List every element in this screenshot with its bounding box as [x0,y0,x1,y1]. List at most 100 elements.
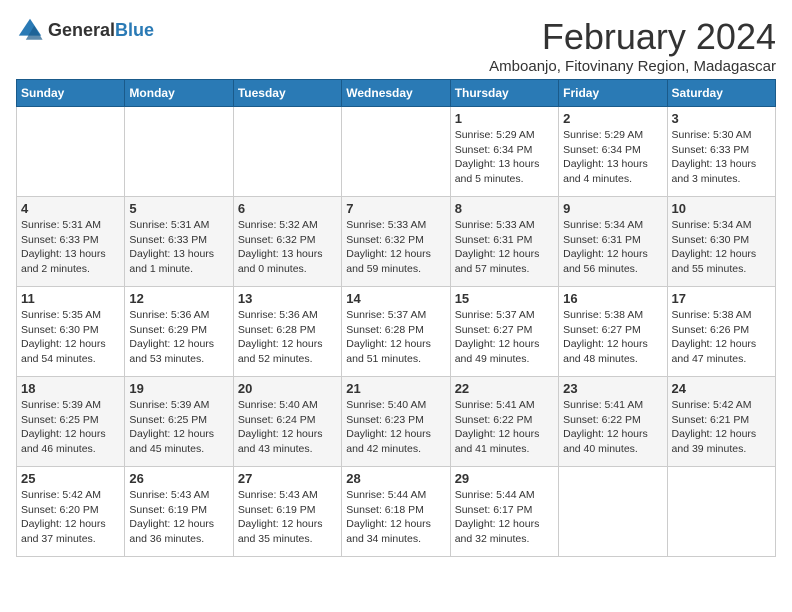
day-number: 17 [672,291,771,306]
day-info: Sunrise: 5:37 AMSunset: 6:28 PMDaylight:… [346,308,445,367]
table-row: 28 Sunrise: 5:44 AMSunset: 6:18 PMDayligh… [342,467,450,557]
day-number: 13 [238,291,337,306]
table-row: 18 Sunrise: 5:39 AMSunset: 6:25 PMDayligh… [17,377,125,467]
table-row: 26 Sunrise: 5:43 AMSunset: 6:19 PMDayligh… [125,467,233,557]
day-number: 28 [346,471,445,486]
table-row: 19 Sunrise: 5:39 AMSunset: 6:25 PMDayligh… [125,377,233,467]
day-info: Sunrise: 5:44 AMSunset: 6:18 PMDaylight:… [346,488,445,547]
table-row: 10 Sunrise: 5:34 AMSunset: 6:30 PMDayligh… [667,197,775,287]
table-row: 23Sunrise: 5:41 AMSunset: 6:22 PMDayligh… [559,377,667,467]
day-number: 26 [129,471,228,486]
day-number: 10 [672,201,771,216]
table-row: 27 Sunrise: 5:43 AMSunset: 6:19 PMDayligh… [233,467,341,557]
day-number: 18 [21,381,120,396]
day-info: Sunrise: 5:31 AMSunset: 6:33 PMDaylight:… [129,218,228,277]
logo-general: General [48,20,115,40]
table-row [17,107,125,197]
table-row: 20 Sunrise: 5:40 AMSunset: 6:24 PMDayligh… [233,377,341,467]
day-info: Sunrise: 5:43 AMSunset: 6:19 PMDaylight:… [129,488,228,547]
day-number: 25 [21,471,120,486]
col-monday: Monday [125,80,233,107]
day-info: Sunrise: 5:42 AMSunset: 6:20 PMDaylight:… [21,488,120,547]
day-info: Sunrise: 5:29 AMSunset: 6:34 PMDaylight:… [563,128,662,187]
table-row: 25 Sunrise: 5:42 AMSunset: 6:20 PMDayligh… [17,467,125,557]
day-number: 15 [455,291,554,306]
day-info: Sunrise: 5:32 AMSunset: 6:32 PMDaylight:… [238,218,337,277]
col-thursday: Thursday [450,80,558,107]
day-number: 24 [672,381,771,396]
day-info: Sunrise: 5:42 AMSunset: 6:21 PMDaylight:… [672,398,771,457]
day-number: 21 [346,381,445,396]
table-row: 16Sunrise: 5:38 AMSunset: 6:27 PMDayligh… [559,287,667,377]
day-info: Sunrise: 5:41 AMSunset: 6:22 PMDaylight:… [455,398,554,457]
day-info: Sunrise: 5:39 AMSunset: 6:25 PMDaylight:… [21,398,120,457]
day-number: 11 [21,291,120,306]
table-row: 9Sunrise: 5:34 AMSunset: 6:31 PMDaylight… [559,197,667,287]
day-info: Sunrise: 5:31 AMSunset: 6:33 PMDaylight:… [21,218,120,277]
table-row: 15 Sunrise: 5:37 AMSunset: 6:27 PMDayligh… [450,287,558,377]
day-number: 27 [238,471,337,486]
table-row: 3 Sunrise: 5:30 AMSunset: 6:33 PMDaylight… [667,107,775,197]
col-saturday: Saturday [667,80,775,107]
table-row: 11 Sunrise: 5:35 AMSunset: 6:30 PMDayligh… [17,287,125,377]
day-info: Sunrise: 5:37 AMSunset: 6:27 PMDaylight:… [455,308,554,367]
table-row: 2 Sunrise: 5:29 AMSunset: 6:34 PMDaylight… [559,107,667,197]
calendar-header-row: Sunday Monday Tuesday Wednesday Thursday… [17,80,776,107]
day-info: Sunrise: 5:30 AMSunset: 6:33 PMDaylight:… [672,128,771,187]
day-number: 19 [129,381,228,396]
day-number: 16 [563,291,662,306]
table-row: 29 Sunrise: 5:44 AMSunset: 6:17 PMDayligh… [450,467,558,557]
week-row-4: 18 Sunrise: 5:39 AMSunset: 6:25 PMDayligh… [17,377,776,467]
table-row: 8Sunrise: 5:33 AMSunset: 6:31 PMDaylight… [450,197,558,287]
day-info: Sunrise: 5:33 AMSunset: 6:32 PMDaylight:… [346,218,445,277]
col-sunday: Sunday [17,80,125,107]
day-info: Sunrise: 5:40 AMSunset: 6:24 PMDaylight:… [238,398,337,457]
calendar-table: Sunday Monday Tuesday Wednesday Thursday… [16,79,776,557]
day-info: Sunrise: 5:36 AMSunset: 6:29 PMDaylight:… [129,308,228,367]
week-row-5: 25 Sunrise: 5:42 AMSunset: 6:20 PMDayligh… [17,467,776,557]
week-row-2: 4Sunrise: 5:31 AMSunset: 6:33 PMDaylight… [17,197,776,287]
header: GeneralBlue February 2024 Amboanjo, Fito… [16,16,776,75]
logo-blue: Blue [115,20,154,40]
logo: GeneralBlue [16,16,154,44]
week-row-3: 11 Sunrise: 5:35 AMSunset: 6:30 PMDayligh… [17,287,776,377]
col-tuesday: Tuesday [233,80,341,107]
table-row: 12 Sunrise: 5:36 AMSunset: 6:29 PMDayligh… [125,287,233,377]
table-row: 21 Sunrise: 5:40 AMSunset: 6:23 PMDayligh… [342,377,450,467]
day-info: Sunrise: 5:29 AMSunset: 6:34 PMDaylight:… [455,128,554,187]
table-row: 4Sunrise: 5:31 AMSunset: 6:33 PMDaylight… [17,197,125,287]
day-number: 5 [129,201,228,216]
day-number: 2 [563,111,662,126]
table-row: 6 Sunrise: 5:32 AMSunset: 6:32 PMDaylight… [233,197,341,287]
day-info: Sunrise: 5:34 AMSunset: 6:30 PMDaylight:… [672,218,771,277]
day-info: Sunrise: 5:43 AMSunset: 6:19 PMDaylight:… [238,488,337,547]
day-info: Sunrise: 5:35 AMSunset: 6:30 PMDaylight:… [21,308,120,367]
table-row [125,107,233,197]
table-row: 24 Sunrise: 5:42 AMSunset: 6:21 PMDayligh… [667,377,775,467]
day-number: 20 [238,381,337,396]
day-info: Sunrise: 5:33 AMSunset: 6:31 PMDaylight:… [455,218,554,277]
day-info: Sunrise: 5:44 AMSunset: 6:17 PMDaylight:… [455,488,554,547]
day-number: 14 [346,291,445,306]
day-number: 29 [455,471,554,486]
table-row: 22Sunrise: 5:41 AMSunset: 6:22 PMDayligh… [450,377,558,467]
day-number: 3 [672,111,771,126]
logo-icon [16,16,44,44]
table-row [559,467,667,557]
day-number: 7 [346,201,445,216]
day-number: 9 [563,201,662,216]
day-number: 12 [129,291,228,306]
day-info: Sunrise: 5:40 AMSunset: 6:23 PMDaylight:… [346,398,445,457]
table-row [342,107,450,197]
title-block: February 2024 Amboanjo, Fitovinany Regio… [489,16,776,75]
col-friday: Friday [559,80,667,107]
table-row: 5 Sunrise: 5:31 AMSunset: 6:33 PMDaylight… [125,197,233,287]
day-number: 6 [238,201,337,216]
table-row: 13 Sunrise: 5:36 AMSunset: 6:28 PMDayligh… [233,287,341,377]
location: Amboanjo, Fitovinany Region, Madagascar [489,58,776,75]
day-info: Sunrise: 5:39 AMSunset: 6:25 PMDaylight:… [129,398,228,457]
col-wednesday: Wednesday [342,80,450,107]
day-info: Sunrise: 5:36 AMSunset: 6:28 PMDaylight:… [238,308,337,367]
day-number: 1 [455,111,554,126]
week-row-1: 1 Sunrise: 5:29 AMSunset: 6:34 PMDaylight… [17,107,776,197]
